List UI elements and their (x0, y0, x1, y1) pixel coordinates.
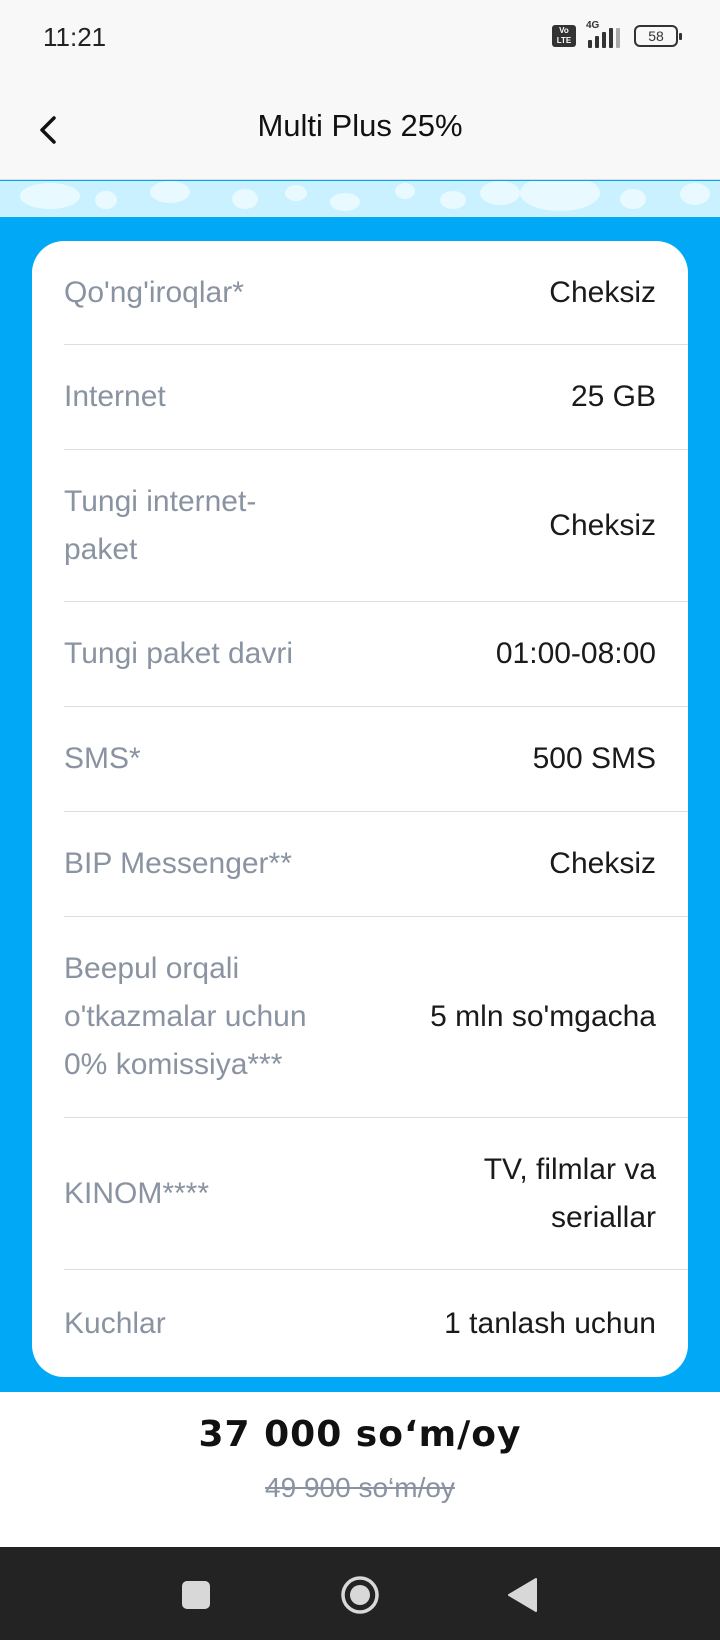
circle-icon (341, 1576, 379, 1614)
row-label: Tungi internet-paket (64, 484, 257, 566)
decorative-banner (0, 181, 720, 217)
row-label: SMS* (64, 742, 141, 775)
table-row: SMS* 500 SMS (64, 707, 688, 812)
current-price: 37 000 so‘m/oy (198, 1414, 522, 1455)
table-row: Qo'ng'iroqlar* Cheksiz (64, 241, 688, 345)
triangle-back-icon (508, 1578, 537, 1612)
status-bar: 11:21 Vo LTE 4G 58 (0, 0, 720, 80)
table-row: Kuchlar 1 tanlash uchun (64, 1270, 688, 1377)
battery-icon: 58 (634, 25, 682, 47)
table-row: Beepul orqali o'tkazmalar uchun 0% komis… (64, 917, 688, 1118)
row-value: 500 SMS (532, 742, 656, 775)
tariff-details-card: Qo'ng'iroqlar* Cheksiz Internet 25 GB Tu… (32, 241, 688, 1377)
status-icons: Vo LTE 4G 58 (552, 20, 682, 48)
system-back-button[interactable] (500, 1573, 544, 1617)
row-label: BIP Messenger** (64, 847, 292, 880)
row-value: Cheksiz (549, 847, 656, 880)
table-row: KINOM**** TV, filmlar va seriallar (64, 1118, 688, 1270)
row-value: Cheksiz (549, 508, 656, 542)
table-row: BIP Messenger** Cheksiz (64, 812, 688, 917)
row-label: Tungi paket davri (64, 637, 294, 670)
row-label: Beepul orqali o'tkazmalar uchun 0% komis… (64, 952, 307, 1081)
battery-level: 58 (648, 28, 664, 44)
row-value: 1 tanlash uchun (444, 1306, 656, 1340)
status-time: 11:21 (43, 22, 107, 52)
table-row: Tungi paket davri 01:00-08:00 (64, 602, 688, 707)
row-label: KINOM**** (64, 1176, 210, 1210)
page-title: Multi Plus 25% (257, 108, 463, 143)
app-header: Multi Plus 25% (0, 80, 720, 180)
signal-icon: 4G (584, 20, 620, 48)
home-button[interactable] (338, 1573, 382, 1617)
price-panel: 37 000 so‘m/oy 49 900 so‘m/oy (0, 1392, 720, 1547)
recents-button[interactable] (174, 1573, 218, 1617)
table-row: Tungi internet-paket Cheksiz (64, 450, 688, 602)
row-label: Internet (64, 380, 166, 413)
row-value: TV, filmlar va seriallar (483, 1152, 656, 1234)
row-value: 25 GB (570, 380, 656, 413)
table-row: Internet 25 GB (64, 345, 688, 450)
square-icon (182, 1581, 210, 1609)
row-label: Qo'ng'iroqlar* (64, 275, 244, 309)
row-value: 5 mln so'mgacha (430, 1000, 656, 1033)
network-type: 4G (586, 20, 600, 31)
system-nav-bar (0, 1547, 720, 1640)
old-price: 49 900 so‘m/oy (265, 1472, 455, 1503)
row-value: 01:00-08:00 (495, 637, 656, 670)
volte-icon: Vo LTE (552, 25, 576, 47)
row-value: Cheksiz (549, 275, 656, 309)
row-label: Kuchlar (64, 1306, 166, 1340)
